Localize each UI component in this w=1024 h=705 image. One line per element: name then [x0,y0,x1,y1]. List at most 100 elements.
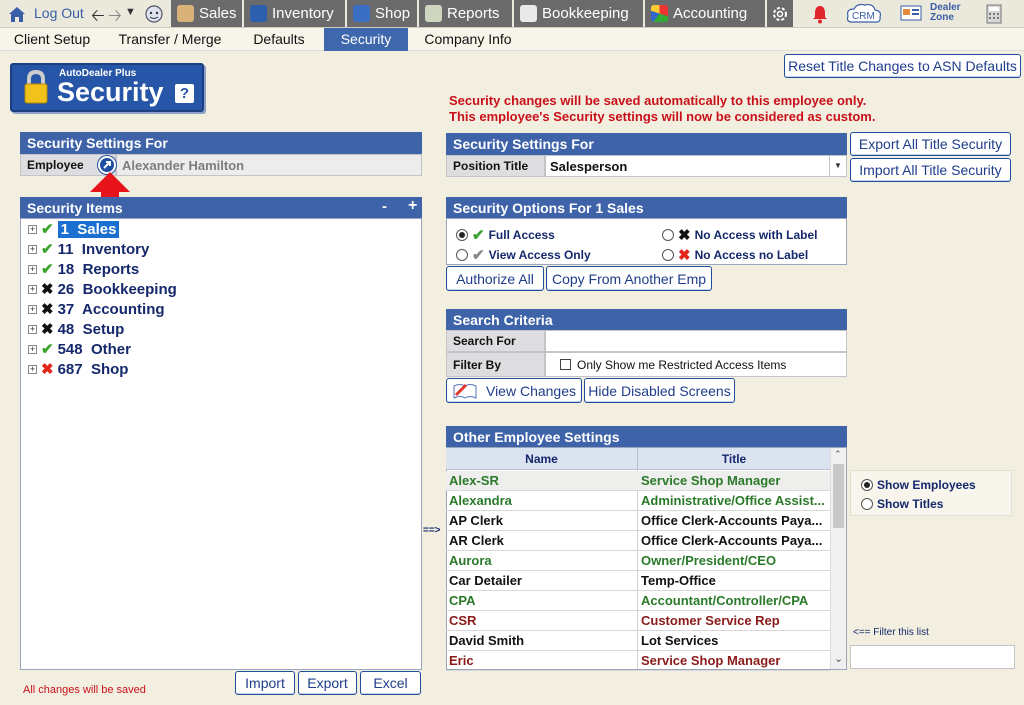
table-row[interactable]: AP Clerk Office Clerk-Accounts Paya... [446,511,830,531]
settings-tab[interactable] [767,0,795,27]
crm-label: CRM [852,11,875,22]
top-nav: Log Out 🡠 🡢 ▼ Sales Inventory Shop Repor… [0,0,1024,28]
tree-item[interactable]: + ✔ 18 Reports [28,259,139,279]
table-row[interactable]: Alex-SR Service Shop Manager [446,471,830,491]
import-button[interactable]: Import [235,671,295,695]
filter-list-input[interactable] [850,645,1015,669]
expand-node-icon[interactable]: + [28,264,37,274]
user-face-icon[interactable] [143,3,165,25]
authorize-all-button[interactable]: Authorize All [446,266,544,291]
hide-disabled-screens-button[interactable]: Hide Disabled Screens [584,378,735,403]
employee-title-cell: Accountant/Controller/CPA [641,593,809,608]
no-access-label-text: No Access with Label [694,228,818,242]
copy-from-another-emp-button[interactable]: Copy From Another Emp [546,266,712,291]
history-dropdown-icon[interactable]: ▼ [125,6,136,18]
dealer-zone-icon[interactable] [900,4,922,22]
logout-link[interactable]: Log Out [34,5,84,21]
expand-node-icon[interactable]: + [28,304,37,314]
export-all-title-security-button[interactable]: Export All Title Security [850,132,1011,156]
expand-all-button[interactable]: + [408,197,417,215]
bell-icon[interactable] [808,2,832,26]
tree-item[interactable]: + ✔ 548 Other [28,339,131,359]
show-titles-radio[interactable] [861,498,873,510]
excel-button[interactable]: Excel [360,671,421,695]
employee-field[interactable]: Alexander Hamilton [116,154,422,176]
expand-node-icon[interactable]: + [28,344,37,354]
table-row[interactable]: CPA Accountant/Controller/CPA [446,591,830,611]
reset-title-changes-button[interactable]: Reset Title Changes to ASN Defaults [784,54,1021,78]
nav-tab-inventory[interactable]: Inventory [244,0,347,27]
position-title-select[interactable]: Salesperson ▼ [545,155,847,177]
table-row[interactable]: David Smith Lot Services [446,631,830,651]
tree-item[interactable]: + ✔ 11 Inventory [28,239,149,259]
employee-name-cell: AP Clerk [449,513,503,528]
table-row[interactable]: Eric Service Shop Manager [446,651,830,671]
subtab-transfer-merge[interactable]: Transfer / Merge [108,28,232,51]
scroll-up-icon[interactable]: ⌃ [834,449,842,460]
show-employees-radio[interactable] [861,479,873,491]
subtab-security[interactable]: Security [324,28,408,51]
tree-item[interactable]: + ✖ 37 Accounting [28,299,165,319]
full-access-label: Full Access [488,228,555,242]
nav-tab-bookkeeping[interactable]: Bookkeeping [514,0,645,27]
restricted-filter[interactable]: Only Show me Restricted Access Items [545,352,847,377]
expand-node-icon[interactable]: + [28,284,37,294]
nav-tab-shop[interactable]: Shop [347,0,419,27]
show-employees-option[interactable]: Show Employees [861,478,976,492]
left-settings-header: Security Settings For [20,132,422,154]
scroll-down-icon[interactable]: ⌄ [834,652,843,665]
tree-item-label: 37 Accounting [57,300,165,318]
employee-title-cell: Temp-Office [641,573,716,588]
view-changes-button[interactable]: View Changes [446,378,582,403]
export-button[interactable]: Export [298,671,357,695]
crm-icon[interactable]: CRM [846,2,882,26]
no-access-no-label-radio[interactable] [662,249,674,261]
expand-node-icon[interactable]: + [28,324,37,334]
expand-node-icon[interactable]: + [28,224,37,234]
red-x-icon: ✖ [41,361,54,378]
tree-item[interactable]: + ✖ 48 Setup [28,319,124,339]
nav-tab-reports[interactable]: Reports [419,0,514,27]
help-icon[interactable]: ? [175,84,194,103]
checkmark-icon: ✔ [41,261,54,278]
option-no-access-label[interactable]: ✖ No Access with Label [662,226,818,244]
filter-by-label: Filter By [446,352,545,377]
no-access-label-radio[interactable] [662,229,674,241]
expand-node-icon[interactable]: + [28,364,37,374]
show-titles-option[interactable]: Show Titles [861,497,943,511]
x-icon: ✖ [41,281,54,298]
column-header-title[interactable]: Title [638,448,830,470]
column-header-name[interactable]: Name [446,448,638,470]
full-access-radio[interactable] [456,229,468,241]
restricted-checkbox[interactable] [560,359,571,370]
table-row[interactable]: Aurora Owner/President/CEO [446,551,830,571]
subtab-defaults[interactable]: Defaults [240,28,318,51]
x-icon: ✖ [678,227,691,244]
tree-item[interactable]: + ✔ 1 Sales [28,219,120,239]
tree-item[interactable]: + ✖ 687 Shop [28,359,128,379]
table-row[interactable]: Alexandra Administrative/Office Assist... [446,491,830,511]
chevron-down-icon[interactable]: ▼ [829,156,846,176]
dealer-zone-label[interactable]: Dealer Zone [930,3,970,23]
table-scrollbar[interactable]: ⌃ ⌄ [830,448,846,669]
tree-item[interactable]: + ✖ 26 Bookkeeping [28,279,177,299]
view-access-radio[interactable] [456,249,468,261]
option-no-access-no-label[interactable]: ✖ No Access no Label [662,246,808,264]
collapse-all-button[interactable]: - [382,198,387,215]
table-row[interactable]: CSR Customer Service Rep [446,611,830,631]
employee-title-cell: Customer Service Rep [641,613,780,628]
import-all-title-security-button[interactable]: Import All Title Security [850,158,1011,182]
search-for-input[interactable] [545,330,847,352]
table-row[interactable]: AR Clerk Office Clerk-Accounts Paya... [446,531,830,551]
home-icon[interactable] [6,4,28,24]
subtab-company-info[interactable]: Company Info [416,28,520,51]
expand-node-icon[interactable]: + [28,244,37,254]
option-full-access[interactable]: ✔ Full Access [456,226,555,244]
calculator-icon[interactable] [985,3,1003,25]
nav-tab-sales[interactable]: Sales [171,0,244,27]
subtab-client-setup[interactable]: Client Setup [4,28,100,51]
scroll-thumb[interactable] [833,464,844,528]
nav-tab-accounting[interactable]: Accounting [645,0,767,27]
table-row[interactable]: Car Detailer Temp-Office [446,571,830,591]
option-view-access[interactable]: ✔ View Access Only [456,246,591,264]
